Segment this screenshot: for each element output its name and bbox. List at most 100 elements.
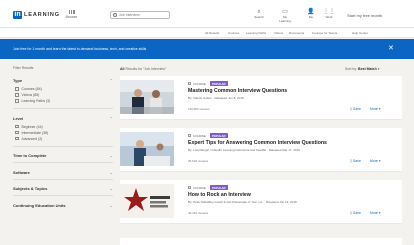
course-card[interactable]: COURSE POPULAR Expert Tips for Answering… [120, 128, 402, 172]
start-free-month-link[interactable]: Start my free month [347, 13, 382, 18]
course-thumbnail[interactable] [120, 80, 174, 114]
checkbox[interactable] [15, 93, 19, 97]
nav-me-button[interactable]: 👤 Me [304, 9, 318, 21]
filter-section-type[interactable]: Type ⌃ [13, 78, 113, 83]
more-label: More [369, 107, 378, 111]
nav-my-learning-label: My Learning [279, 15, 291, 23]
chevron-down-icon: ⌄ [109, 202, 113, 208]
course-title[interactable]: Expert Tips for Answering Common Intervi… [188, 140, 327, 146]
course-views: 35,522 viewers [188, 159, 209, 163]
filter-option-advanced[interactable]: Advanced (2) [15, 136, 113, 142]
course-byline: By: Lisa Rangel, LinkedIn Learning Instr… [188, 148, 300, 152]
subnav-courses[interactable]: Courses [228, 31, 239, 35]
filter-section-level[interactable]: Level ⌃ [13, 116, 113, 121]
banner-message: Join free for 1 month and learn the late… [13, 47, 147, 51]
search-box[interactable] [110, 11, 170, 19]
chevron-down-icon: ⌄ [109, 186, 113, 192]
checkbox[interactable] [15, 130, 19, 135]
secondary-navigation: All Results Courses Learning Paths Video… [0, 28, 414, 38]
course-card[interactable]: COURSE POPULAR Mastering Common Intervie… [120, 76, 402, 120]
course-meta: COURSE POPULAR [188, 185, 228, 190]
subnav-all-results[interactable]: All Results [205, 31, 219, 35]
filter-section-label: Continuing Education Units [13, 202, 66, 208]
course-meta: COURSE POPULAR [188, 133, 228, 138]
filter-section-subjects[interactable]: Subjects & Topics ⌄ [13, 186, 113, 191]
course-title[interactable]: Mastering Common Interview Questions [188, 88, 287, 94]
more-button[interactable]: More ▾ [370, 107, 381, 111]
nav-me-label: Me [308, 15, 314, 19]
more-label: More [369, 211, 378, 215]
course-icon [188, 134, 191, 137]
filter-section-label: Software [13, 169, 30, 175]
more-button[interactable]: More ▾ [370, 159, 381, 163]
browse-menu-button[interactable]: Browse [64, 10, 79, 20]
filter-section-software[interactable]: Software ⌄ [13, 170, 113, 175]
save-label: Save [352, 159, 361, 163]
filter-title: Filter Results [13, 66, 34, 70]
filter-option-label: Courses (84) [21, 87, 42, 91]
filter-section-ceu[interactable]: Continuing Education Units ⌄ [13, 203, 113, 208]
subnav-documents[interactable]: Documents [289, 31, 304, 35]
course-actions: ▯ Save More ▾ [350, 107, 381, 111]
checkbox[interactable] [15, 124, 19, 129]
chevron-down-icon: ⌄ [109, 169, 113, 175]
sort-label: Sort by: [345, 67, 358, 71]
filter-section-label: Time to Complete [13, 153, 47, 159]
more-label: More [369, 159, 378, 163]
nav-work-label: Work [325, 15, 333, 19]
nav-work-button[interactable]: ⋮⋮ Work [322, 9, 336, 21]
filter-option-label: Videos (85) [21, 93, 40, 97]
search-icon [113, 13, 117, 17]
subnav-help-center[interactable]: Help Center [352, 31, 368, 35]
filter-section-label: Level [13, 115, 24, 121]
checkbox[interactable] [15, 99, 19, 103]
subnav-learning-paths[interactable]: Learning Paths [246, 31, 266, 35]
bookmark-icon: ▯ [350, 211, 352, 215]
promo-banner: Join free for 1 month and learn the late… [0, 39, 414, 59]
course-actions: ▯ Save More ▾ [350, 211, 381, 215]
save-button[interactable]: ▯ Save [350, 211, 361, 215]
subnav-videos[interactable]: Videos [274, 31, 283, 35]
course-type: COURSE [193, 133, 206, 138]
results-heading-text: Results for "Job Interview" [124, 67, 167, 71]
top-navigation-bar: in LEARNING Browse ⌕ Search ▭ My Learnin… [0, 0, 414, 28]
course-actions: ▯ Save More ▾ [350, 159, 381, 163]
filter-section-label: Subjects & Topics [13, 186, 48, 192]
course-card[interactable]: COURSE POPULAR How to Rock an Interview … [120, 180, 402, 224]
sort-dropdown[interactable]: Sort by: Best Match ▾ [345, 67, 379, 71]
filter-section-label: Type [13, 78, 23, 83]
filter-option-label: Advanced (2) [21, 136, 43, 141]
divider [13, 145, 113, 147]
filter-sidebar: Filter Results Type ⌃ Courses (84) Video… [13, 66, 113, 211]
course-thumbnail[interactable] [120, 184, 174, 218]
checkbox[interactable] [15, 136, 19, 141]
course-thumbnail[interactable] [120, 132, 174, 166]
close-icon[interactable]: ✕ [388, 44, 394, 52]
course-icon [188, 82, 191, 85]
nav-search-button[interactable]: ⌕ Search [252, 9, 266, 21]
course-byline: By: Valerie Sutton · Released Jun 8, 201… [188, 96, 244, 100]
nav-search-label: Search [254, 15, 264, 19]
course-meta: COURSE POPULAR [188, 81, 228, 86]
more-button[interactable]: More ▾ [370, 211, 381, 215]
linkedin-learning-logo[interactable]: in LEARNING [13, 11, 60, 19]
filter-section-time[interactable]: Time to Complete ⌄ [13, 153, 113, 158]
course-type: COURSE [193, 185, 206, 190]
logo-in-mark: in [13, 11, 22, 19]
divider [13, 162, 113, 163]
course-title[interactable]: How to Rock an Interview [188, 192, 251, 198]
checkbox[interactable] [15, 87, 19, 91]
chevron-down-icon: ⌄ [109, 153, 113, 159]
browse-label: Browse [65, 15, 78, 19]
search-input[interactable] [119, 13, 167, 17]
subnav-courses-for-teams[interactable]: Courses for Teams [312, 31, 337, 35]
logo-wordmark: LEARNING [24, 12, 60, 18]
divider [13, 108, 113, 109]
sort-value: Best Match [358, 67, 377, 71]
save-button[interactable]: ▯ Save [350, 107, 361, 111]
nav-my-learning-button[interactable]: ▭ My Learning [278, 9, 292, 23]
filter-option-learning-paths[interactable]: Learning Paths (3) [15, 98, 113, 104]
bookmark-icon: ▯ [350, 107, 352, 111]
save-button[interactable]: ▯ Save [350, 159, 361, 163]
divider [13, 195, 113, 196]
